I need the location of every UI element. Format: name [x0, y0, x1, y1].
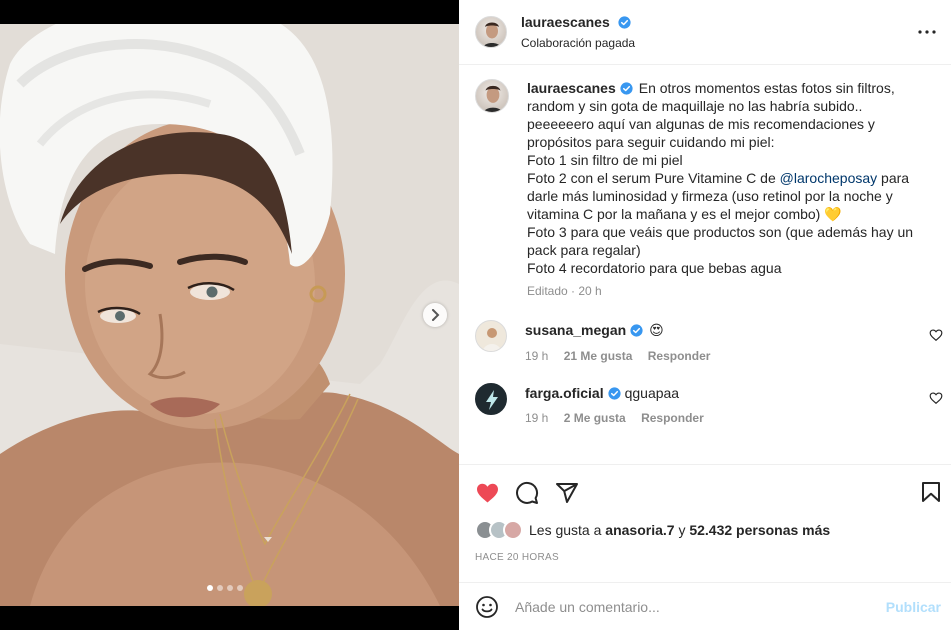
commenter-avatar[interactable] [475, 320, 507, 352]
liker-username[interactable]: anasoria.7 [605, 522, 674, 538]
caption-text: En otros momentos estas fotos sin filtro… [638, 80, 895, 96]
avatar-image [483, 85, 503, 112]
more-options-button[interactable] [915, 22, 939, 42]
caption-line: lauraescanes En otros momentos estas foto… [527, 79, 935, 97]
comment-meta: 19 h 2 Me gusta Responder [525, 411, 716, 425]
comment-body: susana_megan 😍 19 h 21 Me gusta Responder [525, 320, 722, 363]
likes-count[interactable]: 52.432 personas más [689, 522, 830, 538]
comment-time[interactable]: 19 h [525, 411, 548, 425]
comment-icon[interactable] [515, 481, 539, 505]
verified-icon [618, 16, 631, 29]
caption-text: peeeeeero aquí van algunas de mis recome… [527, 116, 875, 132]
author-username[interactable]: lauraescanes [521, 14, 610, 30]
caption-text: Foto 2 con el serum Pure Vitamine C de [527, 170, 780, 186]
caption-text: Foto 4 recordatorio para que bebas agua [527, 260, 782, 276]
caption-text: para [877, 170, 910, 186]
slide-dot [237, 585, 243, 591]
comment-body: farga.oficial qguapaa 19 h 2 Me gusta Res… [525, 383, 716, 425]
post-media [0, 0, 459, 630]
verified-icon [620, 82, 633, 95]
verified-icon [630, 324, 643, 337]
add-comment-bar: Publicar [459, 582, 951, 630]
caption-text: darle más luminosidad y firmeza (uso ret… [527, 188, 893, 204]
comment-time[interactable]: 19 h [525, 349, 548, 363]
next-slide-button[interactable] [423, 303, 447, 327]
caption-text: propósitos para seguir cuidando mi piel: [527, 134, 775, 150]
heart-icon[interactable] [475, 481, 500, 505]
liker-avatar [503, 520, 523, 540]
commenter-avatar[interactable] [475, 383, 507, 415]
caption-avatar[interactable] [475, 79, 509, 113]
post-timestamp[interactable]: HACE 20 HORAS [475, 552, 559, 563]
lightning-icon [486, 390, 498, 410]
reply-button[interactable]: Responder [648, 349, 711, 363]
slide-dot [207, 585, 213, 591]
paid-partnership-label[interactable]: Colaboración pagada [521, 36, 635, 50]
likes-summary: Les gusta a anasoria.7 y 52.432 personas… [475, 520, 830, 540]
caption-text: vitamina C por la mañana y es el mejor c… [527, 206, 842, 222]
reply-button[interactable]: Responder [641, 411, 704, 425]
likes-text: Les gusta a anasoria.7 y 52.432 personas… [529, 522, 830, 538]
header-text: lauraescanes Colaboración pagada [521, 14, 635, 50]
slide-dot [227, 585, 233, 591]
commenter-username[interactable]: susana_megan [525, 322, 626, 338]
post-side-panel: lauraescanes Colaboración pagada lauraes… [459, 0, 951, 630]
comment-text: qguapaa [624, 385, 680, 401]
share-icon[interactable] [555, 481, 579, 505]
like-comment-icon[interactable] [929, 391, 943, 405]
likes-join: y [678, 522, 686, 538]
caption-text: random y sin gota de maquillaje no las h… [527, 98, 863, 114]
verified-icon [608, 387, 621, 400]
comment-item: susana_megan 😍 19 h 21 Me gusta Responder [459, 320, 951, 363]
likes-prefix: Les gusta a [529, 522, 602, 538]
publish-button[interactable]: Publicar [886, 599, 941, 615]
caption-body: lauraescanes En otros momentos estas foto… [527, 79, 935, 300]
caption-meta: Editado · 20 h [527, 284, 602, 298]
post-header: lauraescanes Colaboración pagada [459, 0, 951, 65]
caption-text: pack para regalar) [527, 242, 641, 258]
comments-area[interactable]: lauraescanes En otros momentos estas foto… [459, 65, 951, 464]
caption-line: Foto 2 con el serum Pure Vitamine C de @… [527, 169, 935, 187]
comment-meta: 19 h 21 Me gusta Responder [525, 349, 722, 363]
caption-username[interactable]: lauraescanes [527, 80, 616, 96]
liker-avatars[interactable] [475, 520, 523, 540]
post-caption: lauraescanes En otros momentos estas foto… [459, 65, 951, 300]
photo-illustration [0, 24, 459, 606]
post-photo[interactable] [0, 24, 459, 606]
comment-likes[interactable]: 21 Me gusta [564, 349, 633, 363]
more-icon [918, 30, 936, 34]
slide-indicator [207, 585, 243, 591]
caption-text: Foto 3 para que veáis que productos son … [527, 224, 914, 240]
mention-link[interactable]: @larocheposay [780, 170, 878, 186]
comment-likes[interactable]: 2 Me gusta [564, 411, 626, 425]
avatar-image [482, 328, 502, 351]
like-comment-icon[interactable] [929, 328, 943, 342]
comment-item: farga.oficial qguapaa 19 h 2 Me gusta Res… [459, 383, 951, 425]
commenter-username[interactable]: farga.oficial [525, 385, 604, 401]
avatar-image [483, 22, 501, 47]
next-arrow-icon [432, 309, 440, 321]
comment-input[interactable] [515, 598, 875, 615]
emoji-icon[interactable] [475, 595, 499, 619]
comment-text: 😍 [649, 322, 664, 338]
action-bar [459, 464, 951, 516]
author-avatar[interactable] [475, 16, 507, 48]
caption-text: Foto 1 sin filtro de mi piel [527, 152, 683, 168]
bookmark-icon[interactable] [921, 481, 941, 503]
slide-dot [217, 585, 223, 591]
